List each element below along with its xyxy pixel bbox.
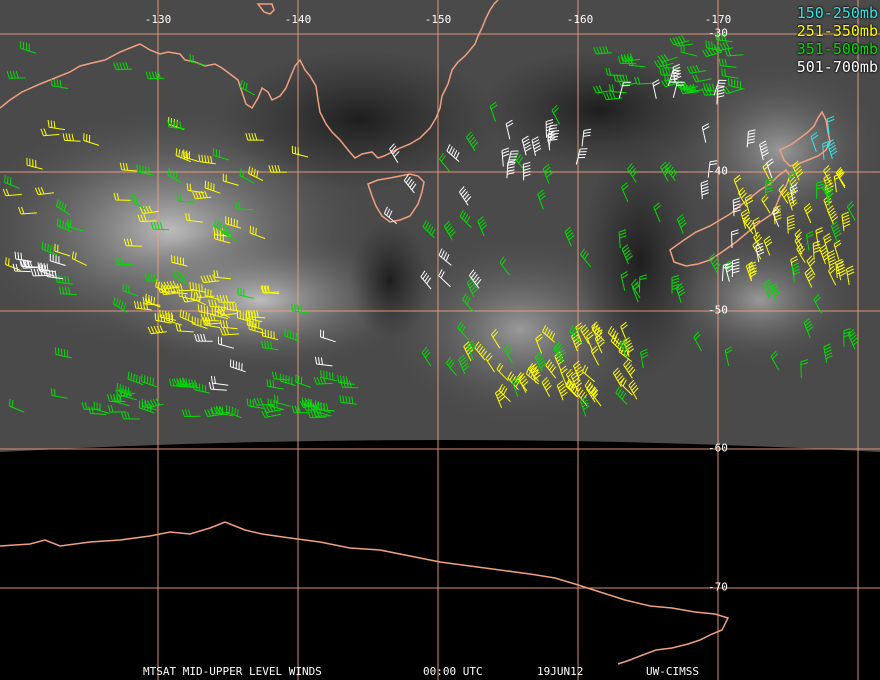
lat-label-30: -30: [708, 26, 728, 40]
lat-label-50: -50: [708, 303, 728, 317]
footer-caption: MTSAT MID-UPPER LEVEL WINDS 00:00 UTC 19…: [0, 665, 880, 679]
legend-item-351-500mb: 351-500mb: [796, 40, 878, 58]
legend-item-251-350mb: 251-350mb: [796, 22, 878, 40]
satellite-map: [0, 0, 880, 680]
lon-label-150: -150: [424, 13, 452, 26]
product-name: MTSAT MID-UPPER LEVEL WINDS: [143, 665, 322, 678]
lon-label-170: -170: [704, 13, 732, 26]
lat-label-70: -70: [708, 580, 728, 594]
source-credit: UW-CIMSS: [646, 665, 699, 678]
lon-label-130: -130: [144, 13, 172, 26]
legend-item-150-250mb: 150-250mb: [796, 4, 878, 22]
lon-label-140: -140: [284, 13, 312, 26]
legend-item-501-700mb: 501-700mb: [796, 58, 878, 76]
valid-date: 19JUN12: [537, 665, 584, 678]
valid-time: 00:00 UTC: [423, 665, 483, 678]
lat-label-60: -60: [708, 441, 728, 455]
lat-label-40: -40: [708, 164, 728, 178]
pressure-legend: 150-250mb 251-350mb 351-500mb 501-700mb: [797, 4, 878, 76]
lon-label-160: -160: [566, 13, 594, 26]
water-vapor-imagery: [0, 0, 880, 680]
